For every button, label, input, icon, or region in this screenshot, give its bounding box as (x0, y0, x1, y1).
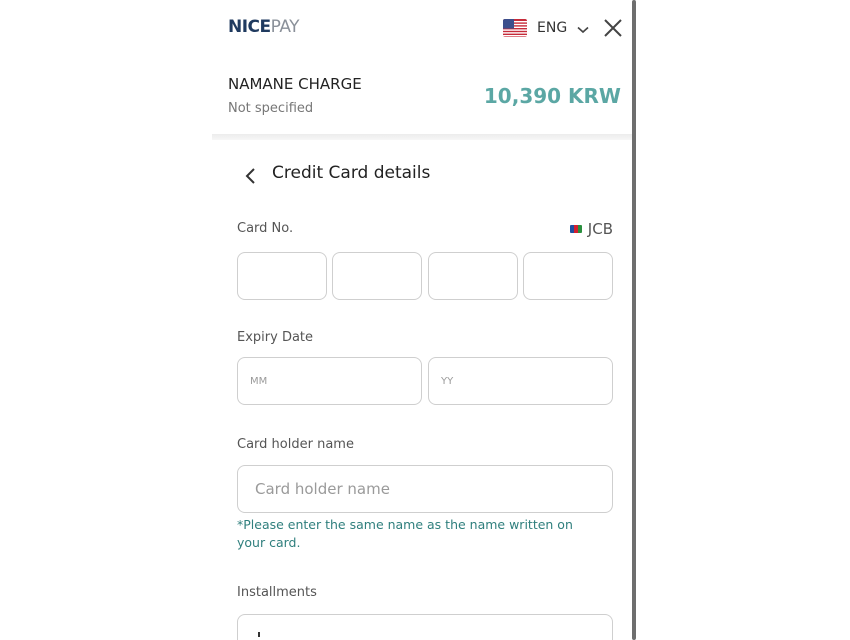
card-number-segment-4[interactable] (523, 252, 613, 300)
card-number-segment-3[interactable] (428, 252, 518, 300)
close-icon[interactable] (601, 16, 625, 40)
installments-select[interactable] (237, 614, 613, 640)
section-title: Credit Card details (272, 163, 431, 183)
language-selector[interactable]: ENG (503, 17, 589, 39)
expiry-month-input[interactable] (238, 358, 421, 404)
language-label: ENG (537, 20, 568, 36)
installments-label: Installments (237, 585, 317, 600)
expiry-year-box[interactable] (428, 357, 613, 405)
card-holder-box[interactable] (237, 465, 613, 513)
card-holder-label: Card holder name (237, 437, 354, 452)
payment-amount: 10,390 KRW (483, 84, 621, 108)
header-divider (212, 134, 632, 140)
back-button[interactable] (242, 165, 260, 187)
card-holder-hint: *Please enter the same name as the name … (237, 517, 573, 550)
expiry-year-input[interactable] (429, 358, 612, 404)
payment-panel: NICEPAY ENG NAMANE CHARGE Not specified … (212, 0, 632, 640)
card-number-input-4[interactable] (524, 253, 612, 299)
chevron-left-icon (245, 168, 255, 184)
card-number-segment-1[interactable] (237, 252, 327, 300)
expiry-date-label: Expiry Date (237, 330, 314, 345)
product-subtitle: Not specified (228, 101, 314, 116)
card-number-input-2[interactable] (333, 253, 421, 299)
expiry-month-box[interactable] (237, 357, 422, 405)
card-number-segment-2[interactable] (332, 252, 422, 300)
card-brand-label: JCB (587, 220, 613, 238)
card-brand: JCB (569, 220, 613, 238)
card-number-input-1[interactable] (238, 253, 326, 299)
merchant-name: NAMANE CHARGE (228, 75, 362, 93)
us-flag-icon (503, 19, 527, 37)
card-number-label: Card No. (237, 221, 294, 236)
card-number-input-3[interactable] (429, 253, 517, 299)
logo-pay-text: PAY (270, 17, 300, 37)
logo-nice-text: NICE (228, 17, 271, 37)
jcb-card-icon (569, 225, 582, 233)
nicepay-logo: NICEPAY (228, 17, 300, 37)
scrollbar[interactable] (632, 0, 636, 640)
card-holder-input[interactable] (238, 466, 612, 512)
chevron-down-icon (577, 19, 589, 38)
select-cursor (258, 632, 260, 637)
